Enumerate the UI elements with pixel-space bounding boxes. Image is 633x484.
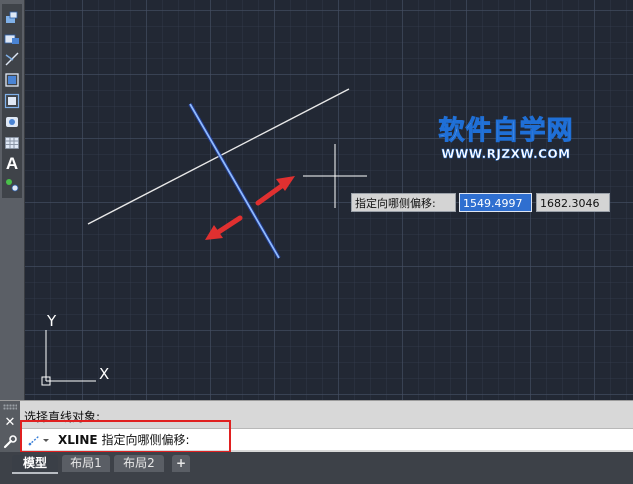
text-tool-label: A	[5, 154, 19, 173]
draw-toolbar: A	[0, 0, 25, 400]
ucs-x-label: X	[99, 365, 109, 383]
add-layout-button[interactable]: +	[172, 455, 190, 472]
draw-toolstrip: A	[2, 4, 22, 198]
tab-model[interactable]: 模型	[12, 455, 58, 474]
command-line-grip[interactable]: ✕	[0, 401, 20, 453]
offset-arrow-lower	[205, 215, 243, 240]
dynamic-input-prompt: 指定向哪侧偏移:	[351, 193, 456, 212]
insert-block-icon[interactable]	[3, 28, 21, 48]
offset-arrow-upper	[255, 176, 295, 206]
tab-layout1[interactable]: 布局1	[62, 455, 110, 472]
layout-tabs-bar: 模型 布局1 布局2 +	[0, 452, 633, 484]
arc-drawing-icon[interactable]	[3, 7, 21, 27]
command-history-line: 选择直线对象:	[24, 410, 101, 424]
region-icon[interactable]	[3, 91, 21, 111]
wrench-icon[interactable]	[2, 434, 18, 450]
grip-dots-icon	[3, 404, 17, 410]
revision-cloud-icon[interactable]	[3, 112, 21, 132]
ucs-y-label: Y	[46, 312, 57, 330]
multiline-text-icon[interactable]: A	[3, 154, 21, 174]
tab-layout2[interactable]: 布局2	[114, 455, 164, 472]
rectangle-icon[interactable]	[3, 70, 21, 90]
trim-icon[interactable]	[3, 49, 21, 69]
close-icon[interactable]: ✕	[2, 415, 18, 431]
dynamic-input-x-field[interactable]: 1549.4997	[459, 193, 532, 212]
command-name: XLINE	[58, 433, 98, 447]
dynamic-input-y-field[interactable]: 1682.3046	[536, 193, 610, 212]
command-prompt-icon[interactable]	[26, 432, 50, 448]
command-prompt: 指定向哪侧偏移:	[101, 433, 190, 447]
ucs-icon: Y X	[41, 312, 109, 386]
add-selected-icon[interactable]	[3, 175, 21, 195]
command-current-text: XLINE 指定向哪侧偏移:	[58, 429, 189, 451]
table-icon[interactable]	[3, 133, 21, 153]
command-input[interactable]: XLINE 指定向哪侧偏移:	[22, 428, 633, 450]
selected-construction-line[interactable]	[189, 103, 280, 259]
